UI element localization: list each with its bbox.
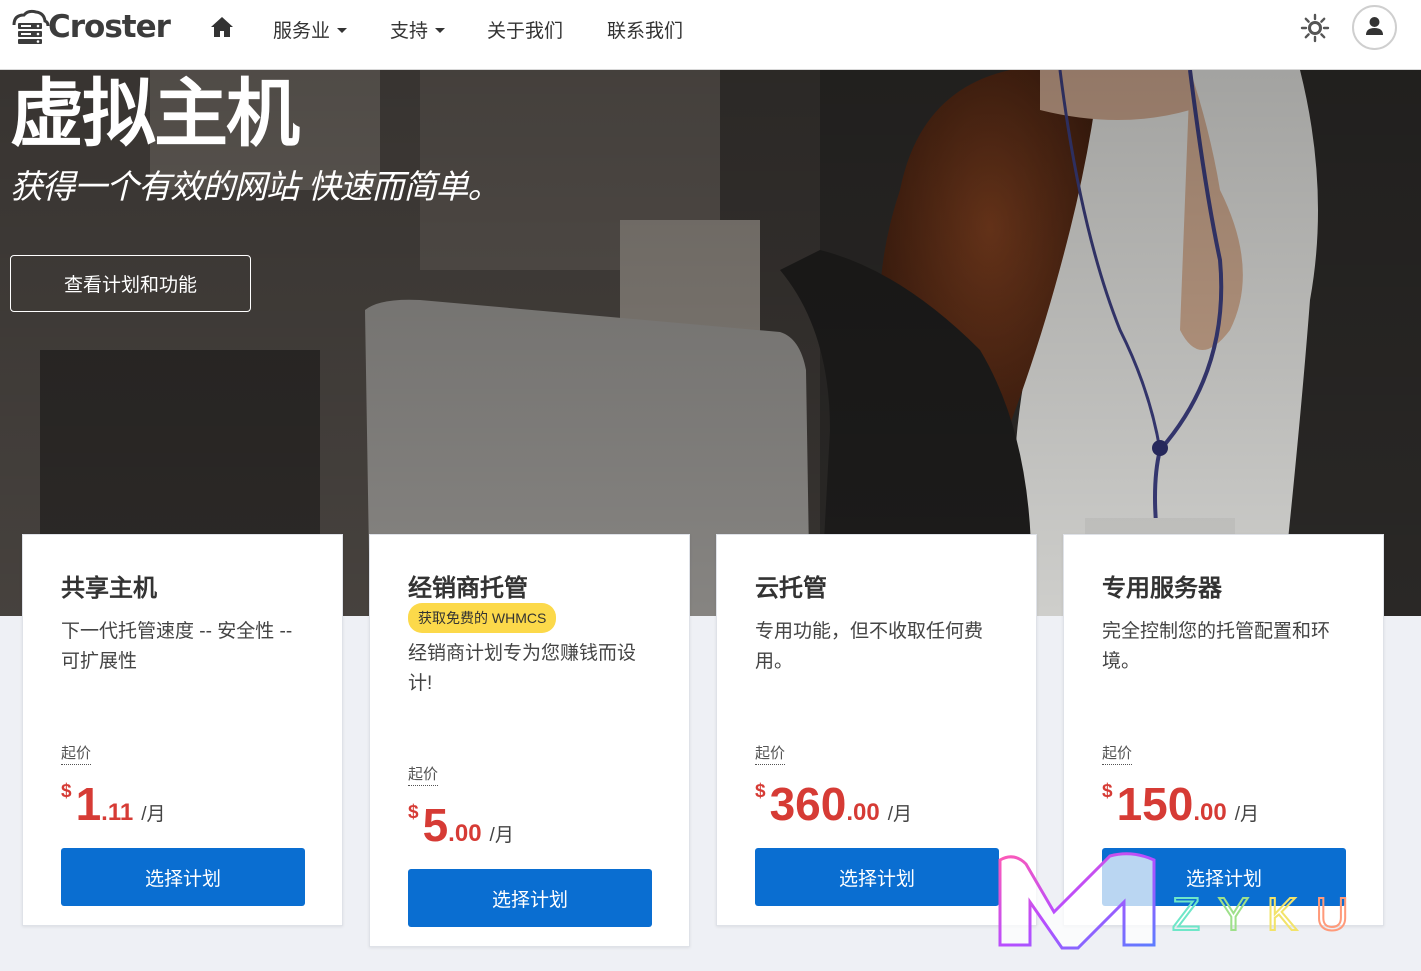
promo-badge: 获取免费的 WHMCS <box>408 603 557 633</box>
choose-plan-button[interactable]: 选择计划 <box>755 848 999 906</box>
price-decimal: .00 <box>1193 799 1227 826</box>
caret-down-icon <box>435 28 446 33</box>
plan-title: 专用服务器 <box>1102 575 1222 602</box>
price-integer: 150 <box>1116 778 1194 830</box>
price-integer: 1 <box>75 778 102 830</box>
view-plans-button[interactable]: 查看计划和功能 <box>10 255 251 312</box>
price-period: /月 <box>1234 804 1259 825</box>
plan-card-shared: 共享主机 下一代托管速度 -- 安全性 -- 可扩展性 起价 $ 1 .11 /… <box>22 534 343 926</box>
top-navbar: Croster 服务业 支持 关于我们 联系我们 <box>0 0 1421 70</box>
price-currency: $ <box>755 781 766 802</box>
zyku-watermark-logo: ZYKU <box>994 852 1367 968</box>
price-period: /月 <box>489 825 514 846</box>
user-icon <box>1366 17 1383 35</box>
menu-support[interactable]: 支持 <box>390 16 446 43</box>
choose-plan-button[interactable]: 选择计划 <box>408 869 652 927</box>
brand-name: Croster <box>48 9 171 45</box>
plan-price: $ 360 .00 /月 <box>755 779 912 829</box>
plan-title: 云托管 <box>755 575 827 602</box>
menu-services[interactable]: 服务业 <box>273 16 348 43</box>
watermark-text: ZYKU <box>1172 888 1367 940</box>
price-currency: $ <box>408 802 419 823</box>
menu-about-label: 关于我们 <box>487 21 564 42</box>
home-icon[interactable] <box>210 16 234 38</box>
price-currency: $ <box>1102 781 1113 802</box>
price-currency: $ <box>61 781 72 802</box>
menu-about[interactable]: 关于我们 <box>487 16 563 43</box>
brand-logo[interactable]: Croster <box>10 9 171 45</box>
price-integer: 360 <box>769 778 847 830</box>
plan-description: 专用功能，但不收取任何费用。 <box>755 621 984 672</box>
menu-services-label: 服务业 <box>273 21 331 42</box>
plan-price: $ 5 .00 /月 <box>408 800 514 850</box>
server-logo-icon <box>12 9 50 44</box>
plan-title: 经销商托管 <box>408 575 528 602</box>
sun-icon[interactable] <box>1300 13 1330 43</box>
price-decimal: .11 <box>101 799 134 826</box>
price-integer: 5 <box>422 799 449 851</box>
price-decimal: .00 <box>448 820 482 847</box>
price-decimal: .00 <box>846 799 880 826</box>
menu-support-label: 支持 <box>390 21 429 42</box>
price-from-label: 起价 <box>61 744 92 765</box>
caret-down-icon <box>337 28 348 33</box>
user-account-button[interactable] <box>1352 5 1397 50</box>
plan-description: 经销商计划专为您赚钱而设计! <box>408 643 637 694</box>
plan-card-cloud: 云托管 专用功能，但不收取任何费用。 起价 $ 360 .00 /月 选择计划 <box>716 534 1037 926</box>
price-from-label: 起价 <box>1102 744 1133 765</box>
plan-price: $ 150 .00 /月 <box>1102 779 1259 829</box>
choose-plan-button[interactable]: 选择计划 <box>61 848 305 906</box>
price-period: /月 <box>887 804 912 825</box>
hero-title: 虚拟主机 <box>10 71 300 157</box>
price-from-label: 起价 <box>755 744 786 765</box>
plan-description: 下一代托管速度 -- 安全性 -- 可扩展性 <box>61 621 293 672</box>
menu-contact-label: 联系我们 <box>607 21 684 42</box>
menu-contact[interactable]: 联系我们 <box>607 16 683 43</box>
plan-card-reseller: 经销商托管 获取免费的 WHMCS 经销商计划专为您赚钱而设计! 起价 $ 5 … <box>369 534 690 947</box>
hero-subtitle: 获得一个有效的网站 快速而简单。 <box>10 167 500 206</box>
plan-title: 共享主机 <box>61 575 157 602</box>
plan-price: $ 1 .11 /月 <box>61 779 166 829</box>
price-period: /月 <box>141 804 166 825</box>
price-from-label: 起价 <box>408 765 439 786</box>
plan-description: 完全控制您的托管配置和环境。 <box>1102 621 1331 672</box>
